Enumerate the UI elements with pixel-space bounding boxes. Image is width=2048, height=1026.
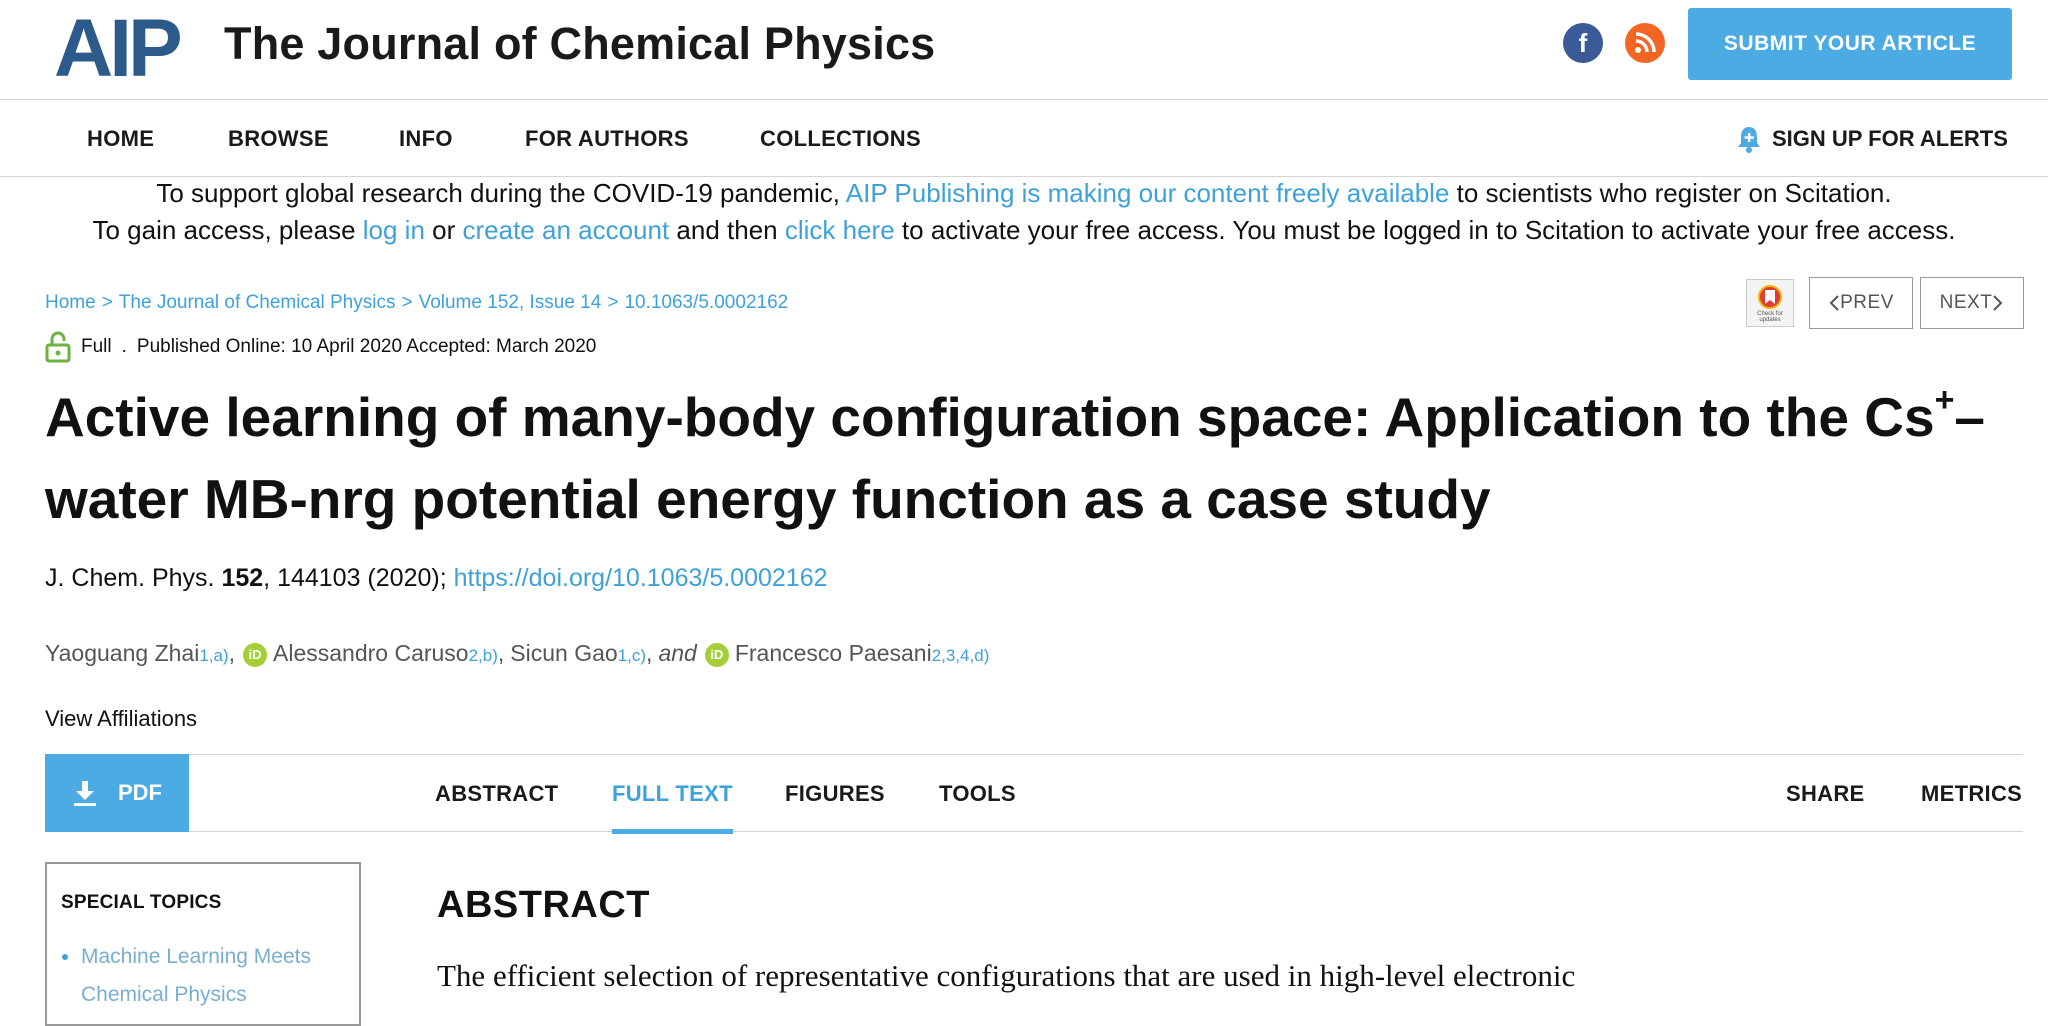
view-affiliations-link[interactable]: View Affiliations xyxy=(45,706,197,732)
svg-text:AIP: AIP xyxy=(54,10,180,82)
separator-dot: . xyxy=(121,336,127,357)
author-link[interactable]: Sicun Gao xyxy=(510,640,617,667)
citation: J. Chem. Phys. 152, 144103 (2020); https… xyxy=(45,564,828,593)
notice-text: or xyxy=(424,215,463,245)
journal-title[interactable]: The Journal of Chemical Physics xyxy=(224,18,935,70)
aip-logo[interactable]: AIP xyxy=(54,10,200,82)
next-label: NEXT xyxy=(1939,292,1993,313)
open-lock-icon xyxy=(45,331,71,363)
nav-for-authors[interactable]: FOR AUTHORS xyxy=(525,126,689,152)
breadcrumb-separator: > xyxy=(101,292,113,313)
abstract-text: The efficient selection of representativ… xyxy=(437,958,1576,993)
breadcrumb: Home > The Journal of Chemical Physics > Vol… xyxy=(45,292,788,314)
special-topics-list: Machine Learning Meets Chemical Physics xyxy=(61,938,351,1014)
download-icon xyxy=(74,781,96,806)
notice-text: and then xyxy=(669,215,785,245)
share-button[interactable]: SHARE xyxy=(1786,781,1865,807)
title-superscript: + xyxy=(1934,380,1955,419)
author-list: Yaoguang Zhai 1,a), iD Alessandro Caruso 2… xyxy=(45,640,989,669)
special-topics-box: SPECIAL TOPICS Machine Learning Meets Ch… xyxy=(45,862,361,1026)
nav-browse[interactable]: BROWSE xyxy=(228,126,329,152)
main-nav: HOME BROWSE INFO FOR AUTHORS COLLECTIONS… xyxy=(0,100,2048,177)
covid-notice-line1: To support global research during the CO… xyxy=(0,178,2048,209)
citation-volume: 152 xyxy=(221,564,264,592)
author-link[interactable]: Alessandro Caruso xyxy=(273,640,469,667)
next-article-button[interactable]: NEXT xyxy=(1920,277,2024,329)
notice-text: to scientists who register on Scitation. xyxy=(1449,178,1892,208)
access-type: Full xyxy=(81,336,112,357)
submit-article-button[interactable]: SUBMIT YOUR ARTICLE xyxy=(1688,8,2012,80)
author-affiliation[interactable]: 2,b) xyxy=(469,646,498,666)
breadcrumb-issue[interactable]: Volume 152, Issue 14 xyxy=(419,292,602,313)
nav-home[interactable]: HOME xyxy=(87,126,154,152)
tab-figures[interactable]: FIGURES xyxy=(785,781,885,807)
orcid-icon[interactable]: iD xyxy=(243,643,267,667)
author-separator: , xyxy=(497,640,505,666)
check-for-updates-badge[interactable]: Check for updates xyxy=(1746,279,1794,327)
breadcrumb-separator: > xyxy=(607,292,619,313)
tab-abstract[interactable]: ABSTRACT xyxy=(435,781,558,807)
orcid-icon[interactable]: iD xyxy=(704,643,729,667)
click-here-link[interactable]: click here xyxy=(785,215,895,245)
rss-icon[interactable] xyxy=(1625,23,1665,63)
tab-full-text[interactable]: FULL TEXT xyxy=(612,781,733,834)
author-separator: , xyxy=(646,640,653,666)
metrics-button[interactable]: METRICS xyxy=(1921,781,2022,807)
prev-label: PREV xyxy=(1840,292,1894,313)
special-topic-link[interactable]: Machine Learning Meets Chemical Physics xyxy=(81,938,351,1014)
tab-tools[interactable]: TOOLS xyxy=(939,781,1016,807)
citation-journal: J. Chem. Phys. xyxy=(45,564,222,592)
breadcrumb-separator: > xyxy=(401,292,413,313)
citation-pages: , 144103 (2020); xyxy=(263,564,454,592)
free-content-link[interactable]: AIP Publishing is making our content fre… xyxy=(846,178,1450,208)
author-link[interactable]: Yaoguang Zhai xyxy=(45,640,199,667)
notice-text: to activate your free access. You must b… xyxy=(894,215,1956,245)
publication-dates: Published Online: 10 April 2020 Accepted… xyxy=(136,336,597,357)
chevron-left-icon xyxy=(1829,295,1839,311)
notice-text: To gain access, please xyxy=(92,215,363,245)
notice-text: To support global research during the CO… xyxy=(156,178,846,208)
author-and: and xyxy=(658,640,697,666)
covid-notice-line2: To gain access, please log in or create … xyxy=(0,215,2048,246)
publication-info: Full . Published Online: 10 April 2020 A… xyxy=(45,331,596,363)
pdf-label: PDF xyxy=(118,780,162,805)
breadcrumb-doi[interactable]: 10.1063/5.0002162 xyxy=(624,292,788,313)
breadcrumb-journal[interactable]: The Journal of Chemical Physics xyxy=(119,292,396,313)
author-separator: , xyxy=(228,640,235,666)
title-text: Active learning of many-body configurati… xyxy=(45,386,1935,448)
doi-link[interactable]: https://doi.org/10.1063/5.0002162 xyxy=(454,564,828,592)
author-affiliation[interactable]: 1,c) xyxy=(618,646,646,666)
prev-article-button[interactable]: PREV xyxy=(1809,277,1913,329)
abstract-heading: ABSTRACT xyxy=(437,884,650,926)
login-link[interactable]: log in xyxy=(363,215,425,245)
facebook-icon[interactable]: f xyxy=(1563,23,1603,63)
article-tab-bar: PDF ABSTRACT FULL TEXT FIGURES TOOLS SHA… xyxy=(45,754,2023,834)
breadcrumb-home[interactable]: Home xyxy=(45,292,96,313)
author-link[interactable]: Francesco Paesani xyxy=(735,640,932,667)
chevron-right-icon xyxy=(1993,295,2003,311)
author-affiliation[interactable]: 2,3,4,d) xyxy=(932,646,990,666)
nav-collections[interactable]: COLLECTIONS xyxy=(760,126,921,152)
nav-info[interactable]: INFO xyxy=(399,126,453,152)
check-updates-label: Check for updates xyxy=(1757,311,1783,323)
create-account-link[interactable]: create an account xyxy=(463,215,670,245)
pdf-download-button[interactable]: PDF xyxy=(45,754,189,832)
bell-icon xyxy=(1738,127,1760,153)
article-title: Active learning of many-body configurati… xyxy=(45,376,2005,540)
sign-up-alerts-link[interactable]: SIGN UP FOR ALERTS xyxy=(1736,124,2008,154)
site-header: AIP The Journal of Chemical Physics f SU… xyxy=(0,0,2048,100)
alerts-label: SIGN UP FOR ALERTS xyxy=(1772,126,2008,151)
author-affiliation[interactable]: 1,a) xyxy=(199,646,228,666)
special-topics-heading: SPECIAL TOPICS xyxy=(61,892,222,913)
